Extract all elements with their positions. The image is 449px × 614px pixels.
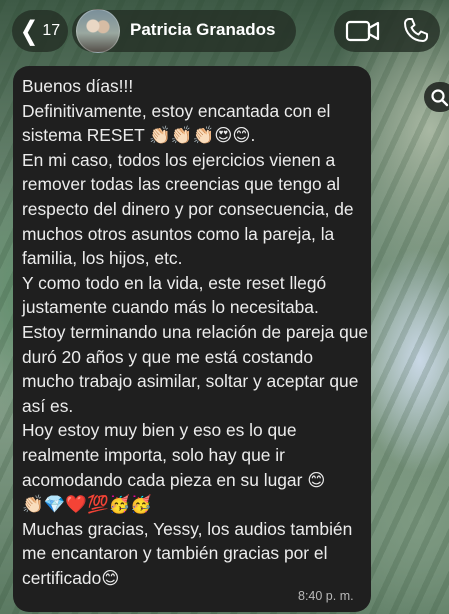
unread-count: 17 <box>42 22 61 39</box>
message-timestamp: 8:40 p. m. <box>298 589 354 603</box>
search-button[interactable] <box>424 82 449 112</box>
video-camera-icon[interactable] <box>345 18 381 44</box>
search-icon <box>431 89 449 107</box>
contact-name[interactable]: Patricia Granados <box>130 20 276 40</box>
chat-header: ❮ 17 Patricia Granados <box>0 0 449 64</box>
avatar[interactable] <box>76 9 120 53</box>
chevron-left-icon: ❮ <box>19 15 39 46</box>
phone-icon[interactable] <box>402 16 430 44</box>
message-text: Buenos días!!! Definitivamente, estoy en… <box>22 76 369 588</box>
back-button[interactable]: ❮ 17 <box>12 10 68 52</box>
